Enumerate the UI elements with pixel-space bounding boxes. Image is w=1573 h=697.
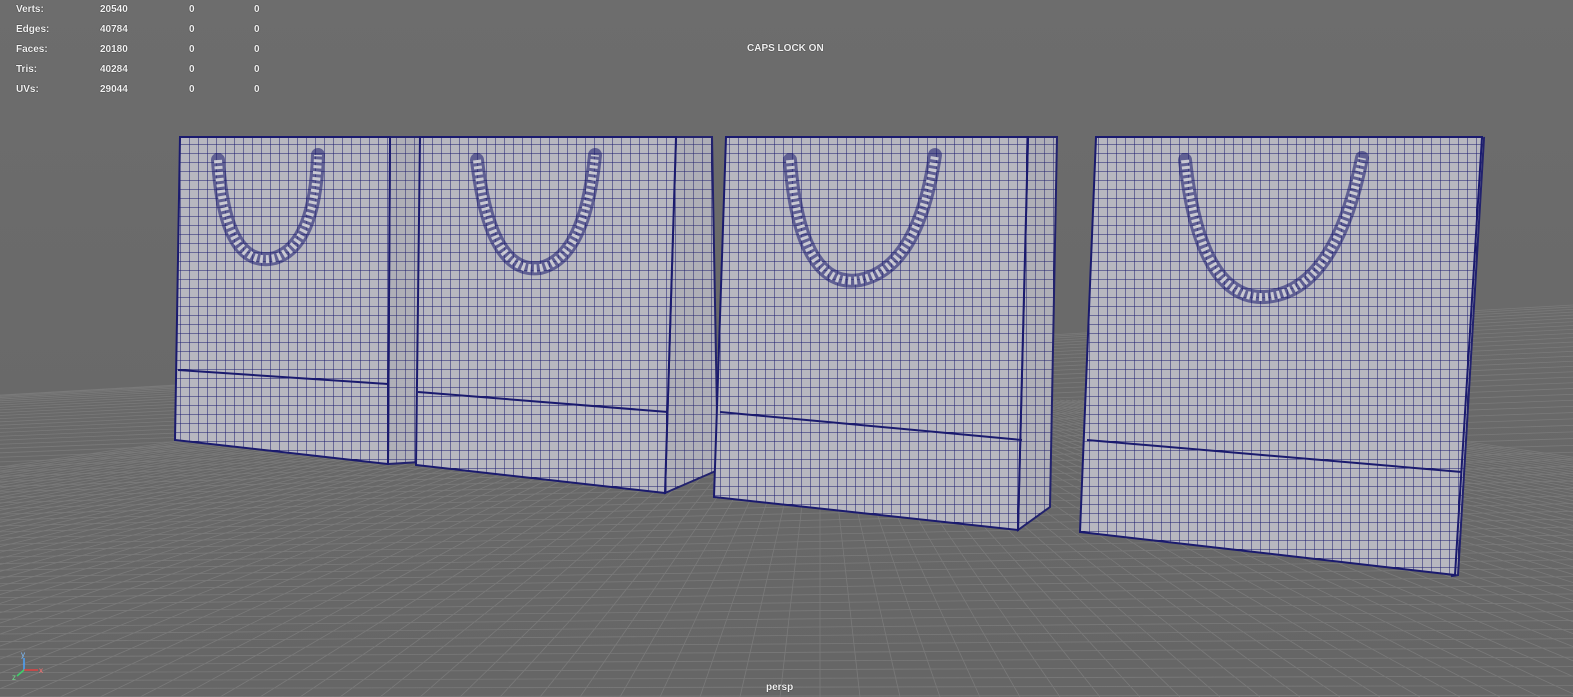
hud-row: Edges: 40784 0 0: [16, 22, 286, 42]
hud-value-total: 40784: [100, 24, 128, 35]
hud-row: UVs: 29044 0 0: [16, 82, 286, 102]
bag-meshes[interactable]: [173, 136, 1486, 578]
hud-value-extra: 0: [254, 24, 260, 35]
hud-value-extra: 0: [254, 4, 260, 15]
hud-row: Tris: 40284 0 0: [16, 62, 286, 82]
shopping-bag-4[interactable]: [1078, 136, 1486, 578]
camera-name-label: persp: [766, 682, 794, 693]
hud-value-selected: 0: [189, 24, 195, 35]
axis-gizmo-icon: y x z: [12, 650, 43, 680]
caps-lock-indicator: CAPS LOCK ON: [747, 43, 824, 54]
hud-value-total: 20180: [100, 44, 128, 55]
hud-value-extra: 0: [254, 84, 260, 95]
hud-label: Tris:: [16, 64, 38, 75]
hud-label: Verts:: [16, 4, 44, 15]
hud-value-selected: 0: [189, 4, 195, 15]
hud-value-selected: 0: [189, 84, 195, 95]
hud-value-selected: 0: [189, 64, 195, 75]
hud-value-total: 20540: [100, 4, 128, 15]
hud-value-total: 40284: [100, 64, 128, 75]
hud-value-total: 29044: [100, 84, 128, 95]
hud-row: Verts: 20540 0 0: [16, 2, 286, 22]
poly-count-hud: Verts: 20540 0 0 Edges: 40784 0 0 Faces: 20180 0 0 T…: [16, 2, 286, 102]
axis-x-label: x: [39, 666, 43, 675]
hud-value-extra: 0: [254, 44, 260, 55]
shopping-bag-2[interactable]: [414, 136, 720, 495]
axis-z-label: z: [12, 673, 16, 680]
hud-label: UVs:: [16, 84, 39, 95]
axis-y-label: y: [21, 650, 25, 659]
3d-viewport[interactable]: Verts: 20540 0 0 Edges: 40784 0 0 Faces: 20180 0 0 T…: [0, 0, 1573, 697]
scene-canvas[interactable]: [0, 0, 1573, 697]
hud-row: Faces: 20180 0 0: [16, 42, 286, 62]
hud-label: Edges:: [16, 24, 50, 35]
hud-value-selected: 0: [189, 44, 195, 55]
hud-value-extra: 0: [254, 64, 260, 75]
hud-label: Faces:: [16, 44, 48, 55]
shopping-bag-1[interactable]: [173, 136, 432, 466]
shopping-bag-3[interactable]: [712, 136, 1059, 532]
